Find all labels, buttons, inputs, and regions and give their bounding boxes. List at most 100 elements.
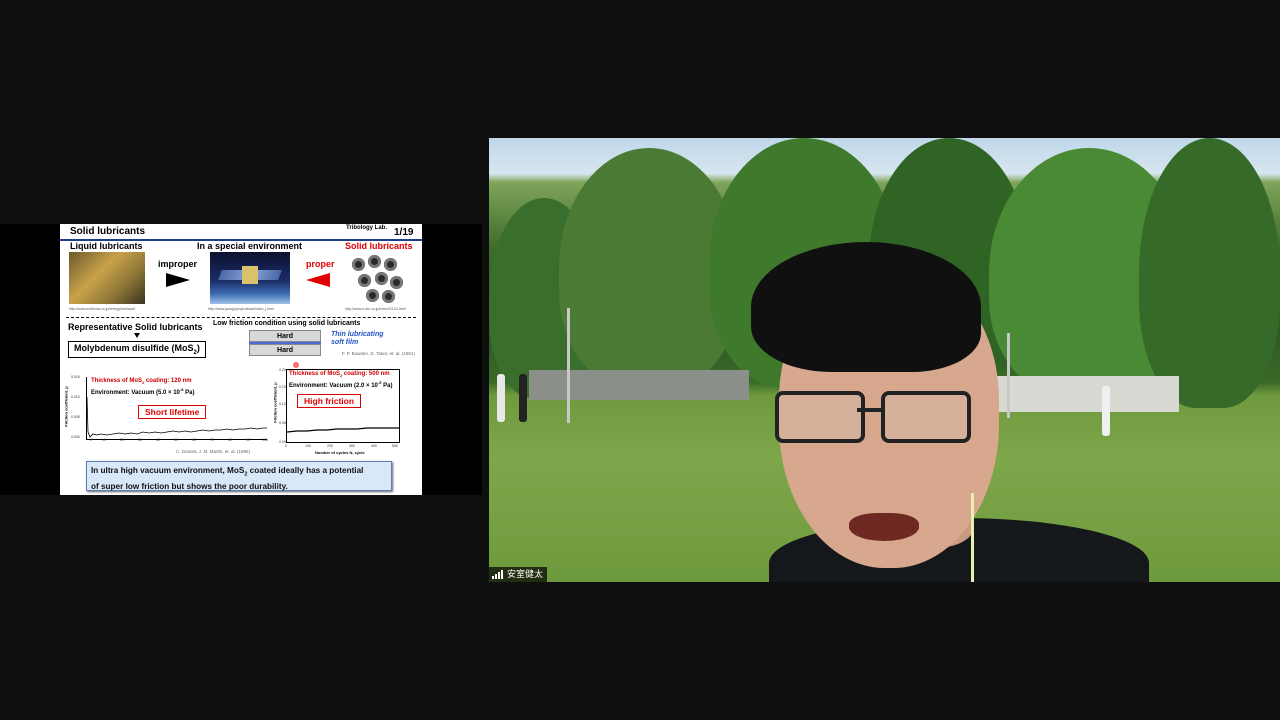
street-lamp: [1007, 333, 1010, 418]
signal-bar: [492, 576, 494, 579]
arrow-left-icon: [306, 273, 330, 287]
plot2-ytick: 0.10: [279, 402, 286, 406]
plot2-ytick: 0.15: [279, 385, 286, 389]
bearing-icon: [368, 255, 381, 268]
participant-name-tag: 安室健太: [489, 567, 548, 582]
bearing-icon: [366, 289, 379, 302]
mos2-label: Molybdenum disulfide (MoS2): [68, 341, 206, 358]
speaker-video-tile[interactable]: 安室健太: [489, 138, 1280, 582]
plot2-ylabel-text: Friction coefficient, μ: [272, 382, 278, 423]
header-special-environment: In a special environment: [197, 241, 303, 251]
plot1-xtick: 100: [262, 438, 268, 442]
plot2-env-a: Environment: Vacuum (2.0 × 10: [289, 383, 378, 390]
plot2-xlabel: Number of cycles N, cycle: [315, 450, 365, 455]
plot1-note: Thickness of MoS2 coating: 120 nm Enviro…: [91, 378, 194, 397]
plot1-xtick: 0: [90, 438, 92, 442]
plot2-ytick: 0.20: [279, 368, 286, 372]
plot2-xtick: 200: [327, 444, 333, 448]
mos2-close: ): [196, 343, 200, 353]
plot1-ytick: 0.015: [71, 375, 80, 379]
plot1-xtick: 70: [210, 438, 214, 442]
short-lifetime-label: Short lifetime: [138, 405, 207, 419]
participant-name: 安室健太: [507, 569, 544, 579]
plot1-xtick: 40: [156, 438, 160, 442]
plot2-note-line2: Environment: Vacuum (2.0 × 10-5 Pa): [289, 379, 392, 390]
plot1-ytick: 0.000: [71, 435, 80, 439]
shared-screen-panel: Solid lubricants Tribology Lab. 1/19 Liq…: [0, 224, 482, 495]
plot1-ylabel: Friction coefficient, μ: [62, 382, 70, 432]
earphone-cable: [971, 493, 974, 582]
building: [529, 370, 749, 400]
bystander: [497, 374, 505, 422]
signal-bar: [495, 574, 497, 579]
bearings-photo: [348, 252, 408, 304]
plot1-ylabel-text: Friction coefficient, μ: [63, 386, 69, 427]
tree: [1139, 138, 1280, 408]
gears-photo: [69, 252, 145, 304]
pointer-dot-icon: [293, 362, 299, 368]
glasses-bridge: [857, 408, 881, 412]
plot1-note-line1: Thickness of MoS2 coating: 120 nm: [91, 378, 194, 386]
bearing-icon: [382, 290, 395, 303]
satellite-photo: [210, 252, 290, 304]
plot1-xtick: 30: [138, 438, 142, 442]
plot2-note: Thickness of MoS2 coating: 500 nm Enviro…: [289, 371, 392, 390]
signal-bar: [501, 570, 503, 579]
speaker-hair: [751, 242, 981, 372]
url-solid: http://www.n-ntn.co.jp/menu/03-01.html: [345, 307, 406, 311]
plot2-xtick: 0: [285, 444, 287, 448]
slide-page-number: 1/19: [394, 227, 414, 238]
url-liquid: http://www.exxlilonw.co.jp/energy/lubric…: [69, 307, 136, 311]
section-divider: [66, 317, 416, 318]
section-title: Representative Solid lubricants: [68, 322, 203, 332]
url-special: http://www.jaxa.jp/projects/sat/index_j.…: [208, 307, 274, 311]
plot1-xtick: 80: [228, 438, 232, 442]
plot1-xticks: 0 10 20 30 40 50 60 70 80 90 100: [90, 438, 272, 444]
summary-line1: In ultra high vacuum environment, MoS2 c…: [91, 465, 387, 481]
plot2-xtick: 100: [305, 444, 311, 448]
film-label-line2: soft film: [331, 339, 359, 346]
plot1-xtick: 60: [192, 438, 196, 442]
citation-bowden: F. P. Bowden, D. Tabor, et. al. (1961): [342, 351, 415, 356]
signal-strength-icon: [492, 570, 503, 579]
bearing-icon: [384, 258, 397, 271]
high-friction-label: High friction: [297, 394, 362, 408]
plot1-note-b: coating: 120 nm: [144, 378, 192, 384]
film-label-line1: Thin lubricating: [331, 331, 384, 338]
plot1-xtick: 90: [246, 438, 250, 442]
plot1-xtick: 20: [120, 438, 124, 442]
plot2-env-b: Pa): [381, 383, 393, 390]
plot1-env-a: Environment: Vacuum (5.0 × 10: [91, 390, 180, 397]
arrow-right-icon: [166, 273, 190, 287]
improper-label: improper: [158, 259, 198, 269]
soft-film-label: Thin lubricating soft film: [331, 331, 384, 347]
glasses-left-lens: [775, 391, 865, 443]
header-liquid-lubricants: Liquid lubricants: [70, 241, 143, 251]
hard-layer-top: Hard: [249, 330, 321, 342]
glasses-right-lens: [881, 391, 971, 443]
plot1-ytick: 0.005: [71, 415, 80, 419]
plot2-note-line1: Thickness of MoS2 coating: 500 nm: [289, 371, 392, 379]
summary-line2: of super low friction but shows the poor…: [91, 481, 288, 491]
plot2-xtick: 300: [349, 444, 355, 448]
speaker-mouth: [849, 513, 919, 541]
plot2-ytick: 0.05: [279, 421, 286, 425]
plot1-note-a: Thickness of MoS: [91, 378, 143, 384]
bystander: [1102, 386, 1110, 436]
hard-layer-bottom: Hard: [249, 344, 321, 356]
signal-bar: [498, 572, 500, 579]
citation-donnet: C. Donnet, J. M. Martin, et. al. (1996): [176, 449, 251, 454]
plot1-note-line2: Environment: Vacuum (5.0 × 10-8 Pa): [91, 386, 194, 397]
plot1-env-b: Pa): [183, 390, 195, 397]
plot1-xtick: 10: [102, 438, 106, 442]
plot2-xtick: 400: [371, 444, 377, 448]
bearing-icon: [358, 274, 371, 287]
condition-title: Low friction condition using solid lubri…: [213, 320, 361, 327]
summary-b: coated ideally has a potential: [247, 466, 364, 475]
bearing-icon: [375, 272, 388, 285]
satellite-body: [242, 266, 258, 284]
plot2-xtick: 500: [392, 444, 398, 448]
street-lamp: [567, 308, 570, 423]
triangle-down-icon: [134, 333, 140, 338]
bearing-icon: [390, 276, 403, 289]
